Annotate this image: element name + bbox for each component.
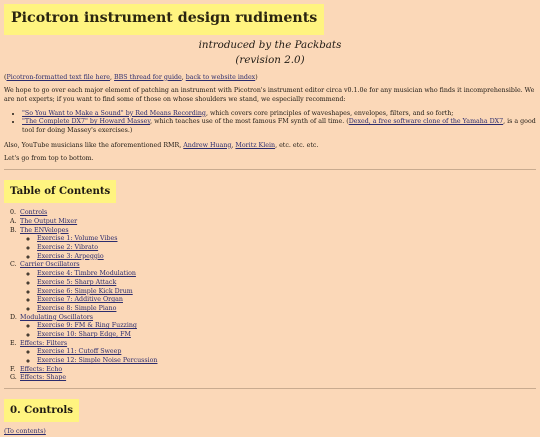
website-index-link[interactable]: back to website index — [186, 74, 255, 81]
toc-exercise-link[interactable]: Exercise 7: Additive Organ — [37, 296, 123, 303]
rec-text: , which teaches use of the most famous F… — [150, 118, 349, 126]
complete-dx7-link[interactable]: "The Complete DX7" by Howard Massey — [22, 118, 150, 125]
toc-link[interactable]: The Output Mixer — [20, 218, 77, 225]
toc-subitem: Exercise 4: Timbre Modulation — [37, 270, 536, 279]
toc-link[interactable]: Effects: Shape — [20, 374, 66, 381]
toc-item: E.Effects: FiltersExercise 11: Cutoff Sw… — [10, 340, 536, 366]
toc-item: B.The ENVelopesExercise 1: Volume VibesE… — [10, 227, 536, 262]
table-of-contents: 0. Controls A. The Output Mixer B. The ENVelo… — [4, 209, 536, 383]
toc-exercise-link[interactable]: Exercise 10: Sharp Edge, FM — [37, 331, 131, 338]
toc-marker: 0. — [10, 209, 17, 217]
toc-link[interactable]: Controls — [20, 209, 47, 216]
subtitle-authors: introduced by the Packbats — [198, 38, 342, 51]
divider — [4, 169, 536, 171]
toc-marker: A. — [10, 218, 17, 226]
section-controls-heading: 0. Controls — [4, 399, 79, 423]
toc-marker: D. — [10, 313, 17, 321]
to-contents-line: (To contents) — [4, 428, 536, 437]
subtitle: introduced by the Packbats (revision 2.0… — [4, 38, 536, 68]
toc-link[interactable]: Effects: Filters — [20, 340, 67, 347]
also-text: , etc. etc. etc. — [275, 141, 319, 149]
toc-subitem: Exercise 12: Simple Noise Percussion — [37, 357, 536, 366]
toc-subitem: Exercise 5: Sharp Attack — [37, 279, 536, 288]
toc-subitem: Exercise 2: Vibrato — [37, 244, 536, 253]
toc-item: 0. Controls — [10, 209, 536, 218]
toc-exercise-link[interactable]: Exercise 4: Timbre Modulation — [37, 270, 136, 277]
andrew-huang-link[interactable]: Andrew Huang — [183, 142, 231, 149]
toc-sublist: Exercise 9: FM & Ring Fuzzing Exercise 10… — [20, 322, 536, 339]
toc-link[interactable]: Effects: Echo — [20, 366, 62, 373]
toc-exercise-link[interactable]: Exercise 9: FM & Ring Fuzzing — [37, 322, 137, 329]
toc-exercise-link[interactable]: Exercise 5: Sharp Attack — [37, 279, 116, 286]
list-item: "So You Want to Make a Sound" by Red Mea… — [22, 110, 536, 119]
toc-subitem: Exercise 3: Arpeggio — [37, 253, 536, 262]
toc-marker: C. — [10, 261, 17, 269]
toc-sublist: Exercise 4: Timbre Modulation Exercise 5:… — [20, 270, 536, 313]
toc-item: D.Modulating OscillatorsExercise 9: FM &… — [10, 314, 536, 340]
links-line: (Picotron-formatted text file here, BBS … — [4, 74, 536, 83]
list-item: "The Complete DX7" by Howard Massey, whi… — [22, 118, 536, 135]
also-text: Also, YouTube musicians like the aforeme… — [4, 141, 184, 149]
toc-subitem: Exercise 10: Sharp Edge, FM — [37, 331, 536, 340]
toc-marker: F. — [10, 365, 16, 373]
toc-item: A. The Output Mixer — [10, 218, 536, 227]
document-page: Picotron instrument design rudiments int… — [0, 0, 540, 437]
divider — [4, 388, 536, 390]
toc-link[interactable]: Carrier Oscillators — [20, 261, 80, 268]
toc-exercise-link[interactable]: Exercise 8: Simple Piano — [37, 305, 116, 312]
paren-close: ) — [255, 73, 258, 81]
subtitle-revision: (revision 2.0) — [235, 53, 305, 66]
toc-subitem: Exercise 1: Volume Vibes — [37, 235, 536, 244]
top-to-bottom-paragraph: Let's go from top to bottom. — [4, 155, 94, 163]
dexed-link[interactable]: Dexed, a free software clone of the Yama… — [349, 118, 503, 125]
page-title: Picotron instrument design rudiments — [4, 4, 325, 35]
recommendations-list: "So You Want to Make a Sound" by Red Mea… — [4, 110, 536, 136]
toc-subitem: Exercise 11: Cutoff Sweep — [37, 348, 536, 357]
rec-text: , which covers core principles of wavesh… — [205, 109, 454, 117]
toc-sublist: Exercise 1: Volume Vibes Exercise 2: Vibr… — [20, 235, 536, 261]
toc-sublist: Exercise 11: Cutoff Sweep Exercise 12: Si… — [20, 348, 536, 365]
toc-exercise-link[interactable]: Exercise 11: Cutoff Sweep — [37, 348, 121, 355]
intro-paragraph: We hope to go over each major element of… — [4, 87, 535, 103]
toc-subitem: Exercise 7: Additive Organ — [37, 296, 536, 305]
to-contents-link[interactable]: (To contents) — [4, 428, 46, 435]
toc-exercise-link[interactable]: Exercise 3: Arpeggio — [37, 253, 104, 260]
toc-item: C.Carrier Oscillators Exercise 4: Timbre … — [10, 261, 536, 313]
also-paragraph: Also, YouTube musicians like the aforeme… — [4, 142, 536, 151]
moritz-klein-link[interactable]: Moritz Klein — [235, 142, 275, 149]
toc-exercise-link[interactable]: Exercise 6: Simple Kick Drum — [37, 288, 133, 295]
bbs-thread-link[interactable]: BBS thread for guide — [114, 74, 182, 81]
toc-marker: G. — [10, 374, 17, 382]
toc-heading: Table of Contents — [4, 180, 117, 204]
toc-subitem: Exercise 9: FM & Ring Fuzzing — [37, 322, 536, 331]
toc-subitem: Exercise 6: Simple Kick Drum — [37, 288, 536, 297]
rmr-link[interactable]: "So You Want to Make a Sound" by Red Mea… — [22, 110, 206, 117]
toc-item: G. Effects: Shape — [10, 374, 536, 383]
toc-exercise-link[interactable]: Exercise 1: Volume Vibes — [37, 235, 117, 242]
toc-exercise-link[interactable]: Exercise 12: Simple Noise Percussion — [37, 357, 157, 364]
toc-link[interactable]: Modulating Oscillators — [20, 314, 93, 321]
toc-exercise-link[interactable]: Exercise 2: Vibrato — [37, 244, 98, 251]
toc-subitem: Exercise 8: Simple Piano — [37, 305, 536, 314]
toc-link[interactable]: The ENVelopes — [20, 227, 69, 234]
toc-item: F. Effects: Echo — [10, 366, 536, 375]
toc-marker: E. — [10, 339, 17, 347]
text-file-link[interactable]: Picotron-formatted text file here — [6, 74, 110, 81]
toc-marker: B. — [10, 226, 17, 234]
